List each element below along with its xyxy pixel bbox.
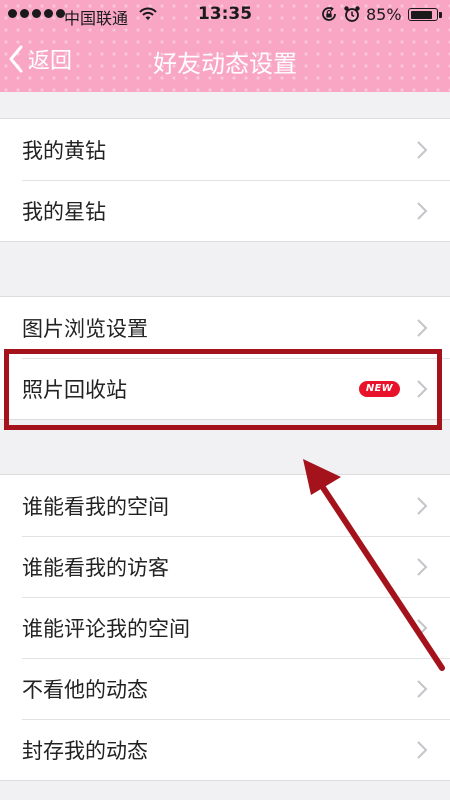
rotation-lock-icon [320,5,338,27]
chevron-right-icon [417,557,428,576]
annotation-highlight-box [4,349,442,430]
page-title: 好友动态设置 [153,50,297,78]
chevron-right-icon [417,496,428,515]
row-label: 我的黄钻 [22,138,106,163]
row-who-can-view-visitors[interactable]: 谁能看我的访客 [0,536,450,597]
chevron-right-icon [417,201,428,220]
battery-icon [408,8,438,21]
battery-tip [439,12,442,18]
row-label: 不看他的动态 [22,677,148,702]
settings-list: 我的黄钻 我的星钻 图片浏览设置 照片回收站 NEW 谁能看我的空间 谁能看我的… [0,92,450,781]
row-yellow-diamond[interactable]: 我的黄钻 [0,119,450,180]
status-bar: 中国联通 13:35 85% [0,0,450,30]
row-label: 谁能看我的访客 [22,555,169,580]
chevron-right-icon [417,679,428,698]
row-who-can-comment[interactable]: 谁能评论我的空间 [0,597,450,658]
alarm-icon [343,5,361,27]
row-hide-their-feed[interactable]: 不看他的动态 [0,658,450,719]
battery-percent: 85% [366,5,402,24]
row-who-can-view-space[interactable]: 谁能看我的空间 [0,475,450,536]
row-label: 封存我的动态 [22,738,148,763]
chevron-right-icon [417,740,428,759]
chevron-right-icon [417,618,428,637]
battery-level-fill [410,10,432,19]
row-label: 图片浏览设置 [22,316,148,341]
group-diamond: 我的黄钻 我的星钻 [0,118,450,242]
row-label: 谁能评论我的空间 [22,616,190,641]
row-label: 我的星钻 [22,199,106,224]
group-privacy: 谁能看我的空间 谁能看我的访客 谁能评论我的空间 不看他的动态 封存我的动态 [0,474,450,781]
row-archive-my-feed[interactable]: 封存我的动态 [0,719,450,780]
row-star-diamond[interactable]: 我的星钻 [0,180,450,241]
screen: 中国联通 13:35 85% 返回 好友动态设置 我的黄钻 我的星钻 图片浏览设… [0,0,450,800]
row-label: 谁能看我的空间 [22,494,169,519]
header: 中国联通 13:35 85% 返回 好友动态设置 [0,0,450,92]
chevron-right-icon [417,318,428,337]
chevron-right-icon [417,140,428,159]
nav-bar: 返回 好友动态设置 [0,30,450,92]
